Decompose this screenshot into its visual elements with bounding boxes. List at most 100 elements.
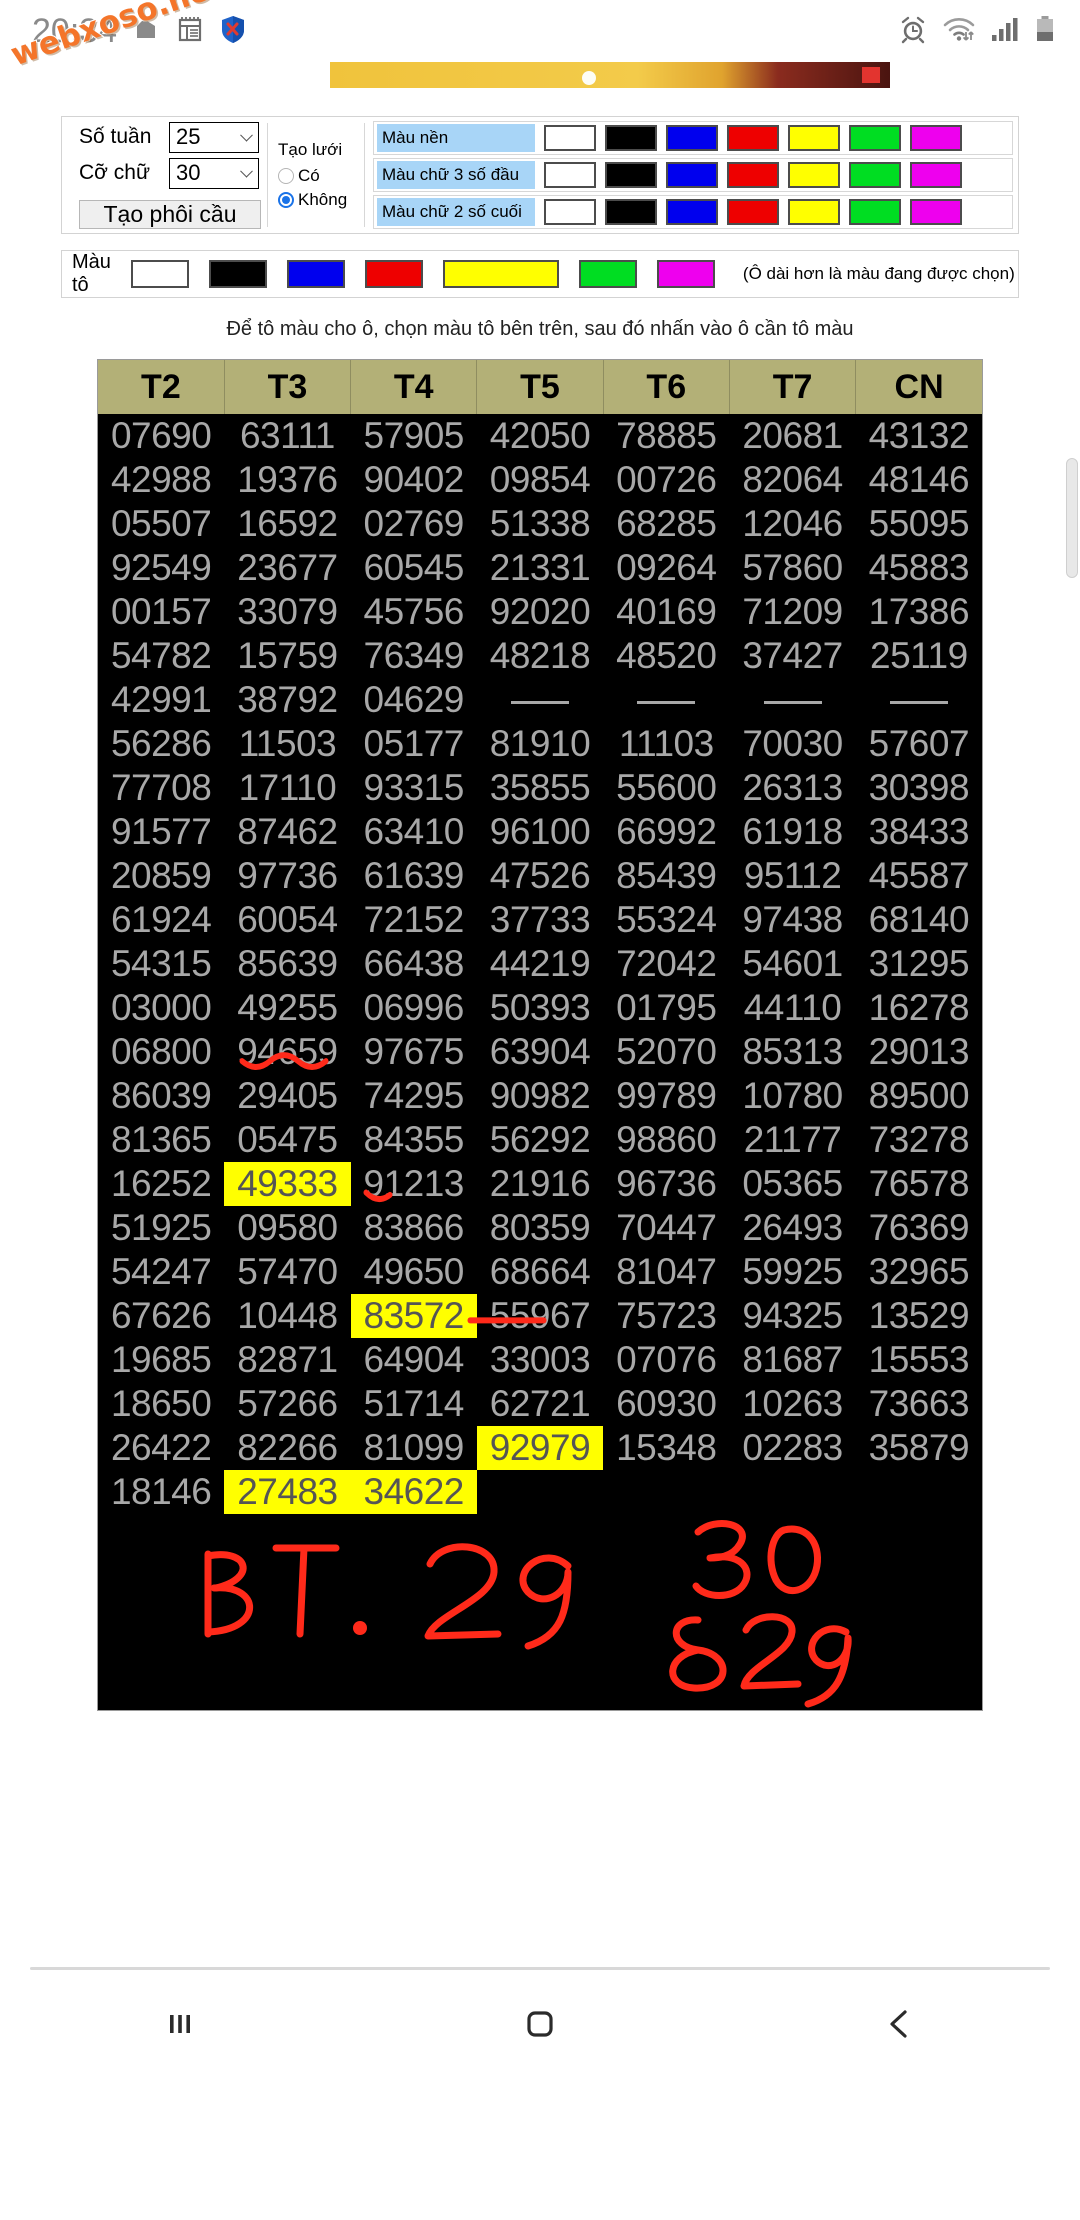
page-scrollbar[interactable] [1066,458,1078,578]
grid-cell[interactable]: 61639 [350,854,477,898]
grid-cell[interactable]: 44219 [476,942,604,986]
grid-cell[interactable]: 20859 [98,854,225,898]
grid-cell[interactable]: 16592 [224,502,351,546]
grid-cell[interactable]: 02283 [729,1426,856,1470]
grid-cell[interactable]: 63410 [350,810,477,854]
grid-cell[interactable]: 60054 [224,898,351,942]
weeks-select[interactable]: 25 [169,121,259,153]
fill-swatch-blue[interactable] [286,260,345,288]
grid-cell[interactable]: 72042 [603,942,730,986]
swatch-black[interactable] [605,125,657,151]
grid-cell[interactable]: 76369 [855,1206,982,1250]
grid-cell[interactable]: 63111 [224,414,351,458]
grid-cell[interactable]: 97675 [350,1030,477,1074]
grid-cell[interactable]: 55324 [603,898,730,942]
grid-cell[interactable]: 91213 [350,1162,477,1206]
grid-cell[interactable]: 83572 [350,1294,477,1338]
grid-cell[interactable]: 57607 [855,722,982,766]
swatch-blue[interactable] [666,199,718,225]
grid-cell[interactable]: 11503 [224,722,351,766]
grid-cell[interactable]: 55095 [855,502,982,546]
grid-cell[interactable]: 31295 [855,942,982,986]
grid-cell[interactable]: 76578 [855,1162,982,1206]
grid-option-yes[interactable]: Có [278,166,364,186]
grid-cell[interactable]: 09580 [224,1206,351,1250]
grid-cell[interactable]: 84355 [350,1118,477,1162]
grid-cell[interactable]: 77708 [98,766,225,810]
grid-cell[interactable]: 35855 [476,766,604,810]
swatch-red[interactable] [727,199,779,225]
grid-cell[interactable]: 54782 [98,634,225,678]
grid-cell[interactable]: 51714 [350,1382,477,1426]
grid-cell[interactable]: 02769 [350,502,477,546]
grid-cell[interactable]: 95112 [729,854,856,898]
grid-cell[interactable] [476,678,604,722]
grid-cell[interactable]: 05177 [350,722,477,766]
grid-cell[interactable] [729,1470,856,1514]
grid-cell[interactable]: 98860 [603,1118,730,1162]
swatch-red[interactable] [727,162,779,188]
grid-cell[interactable]: 96100 [476,810,604,854]
grid-cell[interactable]: 81687 [729,1338,856,1382]
grid-cell[interactable]: 05507 [98,502,225,546]
grid-cell[interactable]: 59925 [729,1250,856,1294]
grid-cell[interactable]: 40169 [603,590,730,634]
grid-cell[interactable] [855,678,982,722]
swatch-white[interactable] [544,125,596,151]
grid-cell[interactable]: 35879 [855,1426,982,1470]
grid-cell[interactable]: 10780 [729,1074,856,1118]
grid-cell[interactable]: 47526 [476,854,604,898]
grid-cell[interactable]: 51925 [98,1206,225,1250]
fill-swatch-yellow-selected[interactable] [442,260,559,288]
grid-cell[interactable] [603,678,730,722]
grid-cell[interactable]: 18146 [98,1470,225,1514]
grid-cell[interactable]: 56292 [476,1118,604,1162]
grid-cell[interactable]: 82266 [224,1426,351,1470]
grid-cell[interactable]: 97438 [729,898,856,942]
grid-cell[interactable]: 20681 [729,414,856,458]
grid-cell[interactable]: 11103 [603,722,730,766]
grid-cell[interactable]: 57860 [729,546,856,590]
fill-swatch-white[interactable] [130,260,189,288]
swatch-black[interactable] [605,162,657,188]
grid-cell[interactable]: 42988 [98,458,225,502]
grid-cell[interactable]: 73278 [855,1118,982,1162]
grid-cell[interactable] [855,1470,982,1514]
grid-cell[interactable]: 06996 [350,986,477,1030]
grid-cell[interactable] [603,1470,730,1514]
grid-cell[interactable]: 49255 [224,986,351,1030]
grid-cell[interactable]: 96736 [603,1162,730,1206]
grid-cell[interactable]: 16252 [98,1162,225,1206]
grid-cell[interactable]: 45587 [855,854,982,898]
grid-cell[interactable]: 71209 [729,590,856,634]
grid-cell[interactable]: 82871 [224,1338,351,1382]
grid-cell[interactable]: 74295 [350,1074,477,1118]
grid-cell[interactable]: 19685 [98,1338,225,1382]
grid-cell[interactable]: 25119 [855,634,982,678]
back-button[interactable] [840,1989,960,2059]
swatch-green[interactable] [849,162,901,188]
grid-cell[interactable]: 80359 [476,1206,604,1250]
grid-cell[interactable]: 21177 [729,1118,856,1162]
grid-cell[interactable]: 15348 [603,1426,730,1470]
grid-cell[interactable]: 44110 [729,986,856,1030]
grid-cell[interactable]: 68140 [855,898,982,942]
grid-cell[interactable]: 49650 [350,1250,477,1294]
grid-cell[interactable]: 26313 [729,766,856,810]
grid-cell[interactable]: 04629 [350,678,477,722]
grid-cell[interactable]: 09854 [476,458,604,502]
grid-cell[interactable]: 33003 [476,1338,604,1382]
grid-cell[interactable]: 78885 [603,414,730,458]
grid-cell[interactable]: 91577 [98,810,225,854]
grid-cell[interactable]: 85313 [729,1030,856,1074]
grid-cell[interactable]: 07690 [98,414,225,458]
grid-cell[interactable]: 73663 [855,1382,982,1426]
grid-cell[interactable]: 38792 [224,678,351,722]
grid-cell[interactable]: 17110 [224,766,351,810]
grid-cell[interactable]: 21331 [476,546,604,590]
grid-cell[interactable]: 57470 [224,1250,351,1294]
grid-cell[interactable]: 76349 [350,634,477,678]
grid-cell[interactable]: 94659 [224,1030,351,1074]
grid-cell[interactable]: 61918 [729,810,856,854]
ad-banner-strip[interactable] [0,62,1080,88]
